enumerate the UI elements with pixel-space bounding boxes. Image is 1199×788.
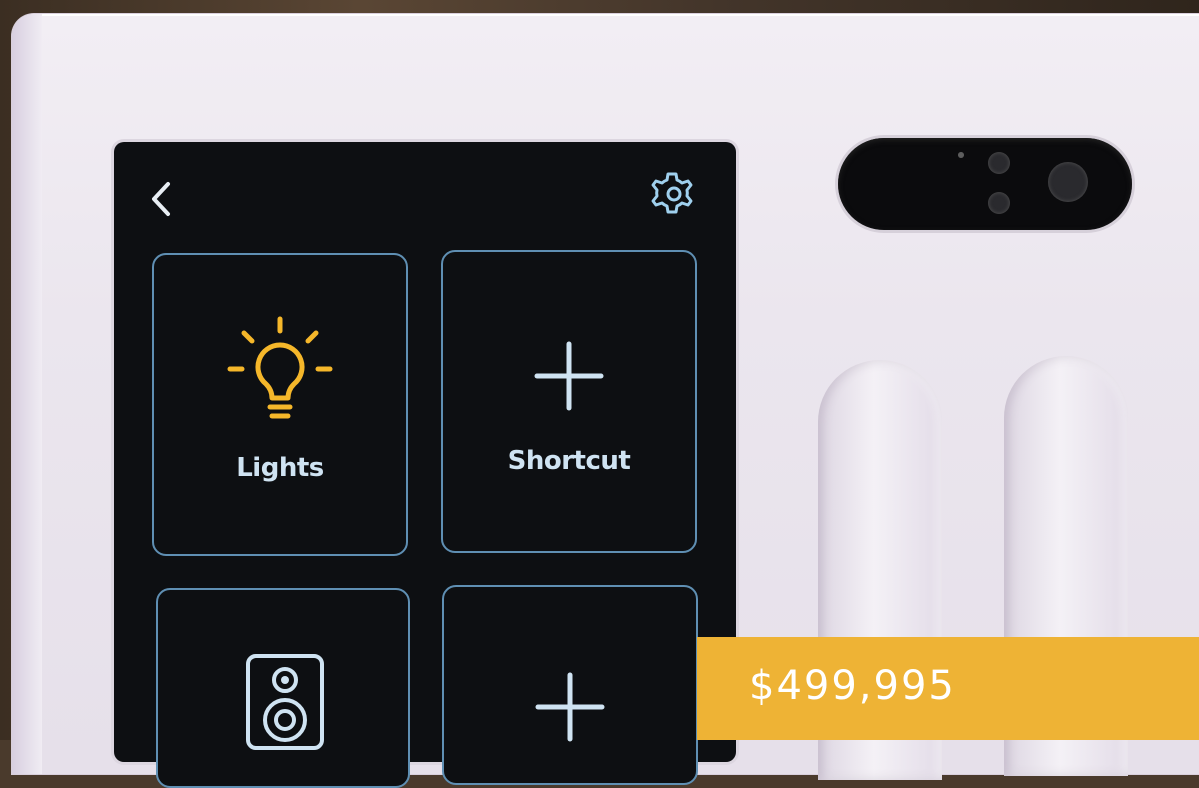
tile-label: Lights bbox=[236, 453, 324, 483]
tile-shortcut[interactable]: Shortcut bbox=[441, 250, 697, 553]
settings-button[interactable] bbox=[646, 168, 698, 220]
lightbulb-icon bbox=[227, 316, 333, 419]
price-text: $499,995 bbox=[749, 663, 956, 709]
tile-label: Shortcut bbox=[507, 446, 631, 476]
camera-lens bbox=[988, 152, 1010, 174]
plus-icon bbox=[534, 341, 604, 411]
speaker-icon bbox=[246, 654, 324, 750]
faceplate-edge bbox=[12, 14, 42, 774]
sensor-dot bbox=[958, 152, 964, 158]
gear-icon bbox=[651, 172, 693, 214]
tile-lights[interactable]: Lights bbox=[152, 253, 408, 556]
price-badge: $499,995 bbox=[697, 637, 1199, 740]
chevron-left-icon bbox=[152, 182, 170, 216]
plus-icon bbox=[535, 672, 605, 742]
camera-bar bbox=[838, 138, 1132, 230]
camera-lens bbox=[988, 192, 1010, 214]
back-button[interactable] bbox=[144, 176, 178, 222]
tile-music[interactable] bbox=[156, 588, 410, 788]
tile-add-shortcut[interactable] bbox=[442, 585, 698, 785]
camera-lens bbox=[1048, 162, 1088, 202]
